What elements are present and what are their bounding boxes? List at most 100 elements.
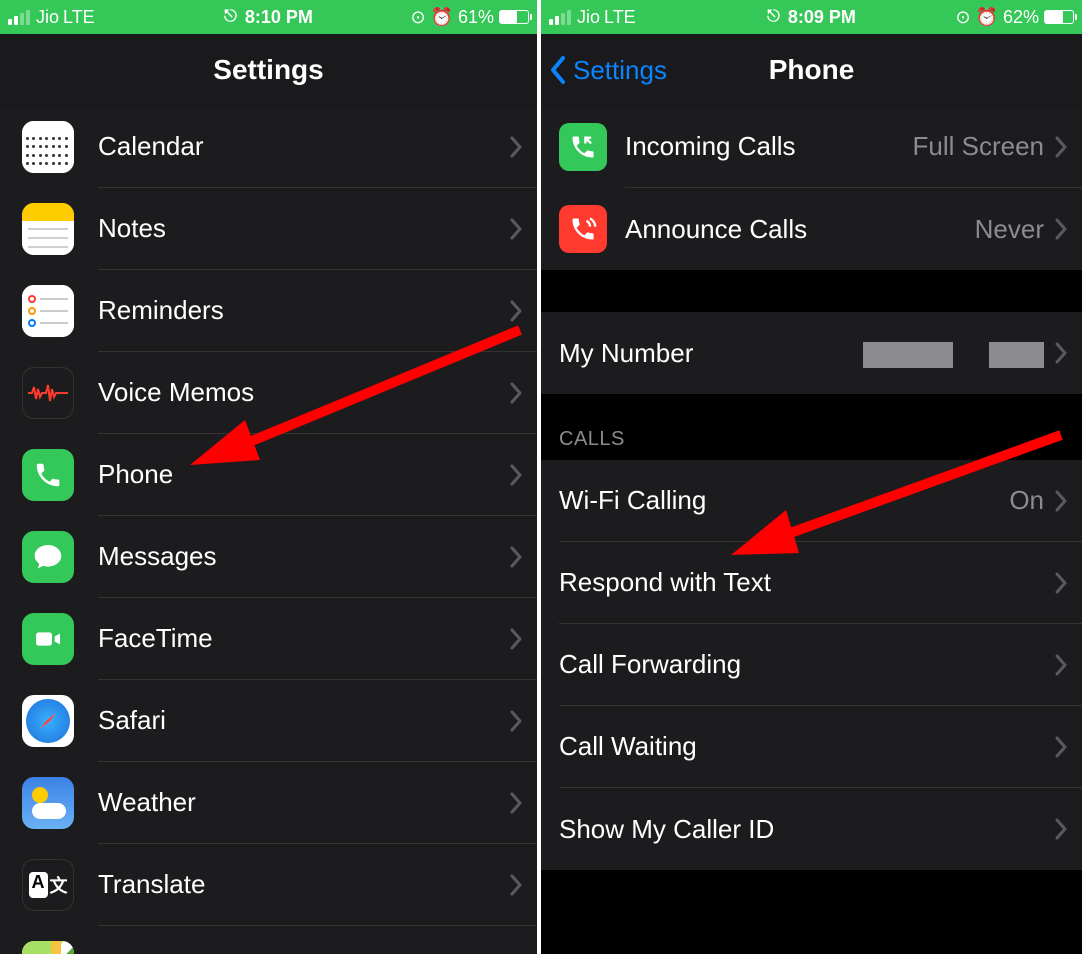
row-facetime[interactable]: FaceTime [0, 598, 537, 680]
chevron-right-icon [509, 218, 523, 240]
hotspot-icon: ⎋ [224, 8, 237, 26]
orientation-lock-icon: ⊙ [410, 7, 425, 28]
signal-icon [549, 10, 571, 25]
row-value-redacted [863, 338, 1044, 369]
row-label: Messages [98, 541, 217, 572]
network-label: LTE [604, 7, 636, 28]
row-voice-memos[interactable]: Voice Memos [0, 352, 537, 434]
chevron-right-icon [509, 300, 523, 322]
back-button[interactable]: Settings [549, 55, 667, 86]
alarm-icon: ⏰ [431, 7, 453, 28]
chevron-right-icon [509, 628, 523, 650]
row-call-waiting[interactable]: Call Waiting [541, 706, 1082, 788]
chevron-right-icon [1054, 218, 1068, 240]
row-label: Incoming Calls [625, 131, 796, 162]
row-phone[interactable]: Phone [0, 434, 537, 516]
settings-list[interactable]: Calendar Notes Reminders Voice Memos Phone Me… [0, 106, 537, 954]
nav-bar: Settings Phone [541, 34, 1082, 106]
row-respond-with-text[interactable]: Respond with Text [541, 542, 1082, 624]
status-bar: Jio LTE ⎋ 8:10 PM ⊙ ⏰ 61% [0, 0, 537, 34]
clock-label: 8:09 PM [788, 7, 856, 28]
status-bar: Jio LTE ⎋ 8:09 PM ⊙ ⏰ 62% [541, 0, 1082, 34]
chevron-right-icon [1054, 736, 1068, 758]
row-weather[interactable]: Weather [0, 762, 537, 844]
facetime-icon [22, 613, 74, 665]
row-messages[interactable]: Messages [0, 516, 537, 598]
row-notes[interactable]: Notes [0, 188, 537, 270]
chevron-right-icon [1054, 490, 1068, 512]
row-announce-calls[interactable]: Announce Calls Never [541, 188, 1082, 270]
nav-bar: Settings [0, 34, 537, 106]
screenshot-settings: Jio LTE ⎋ 8:10 PM ⊙ ⏰ 61% Settings Calen… [0, 0, 541, 954]
row-maps[interactable]: Maps [0, 926, 537, 954]
row-my-number[interactable]: My Number [541, 312, 1082, 394]
row-incoming-calls[interactable]: Incoming Calls Full Screen [541, 106, 1082, 188]
chevron-right-icon [509, 546, 523, 568]
announce-calls-icon [559, 205, 607, 253]
signal-icon [8, 10, 30, 25]
row-value: Full Screen [913, 131, 1045, 162]
chevron-right-icon [509, 710, 523, 732]
network-label: LTE [63, 7, 95, 28]
row-label: Translate [98, 869, 205, 900]
battery-label: 61% [458, 7, 494, 28]
row-reminders[interactable]: Reminders [0, 270, 537, 352]
chevron-right-icon [509, 792, 523, 814]
weather-icon [22, 777, 74, 829]
row-label: Safari [98, 705, 166, 736]
chevron-right-icon [1054, 136, 1068, 158]
row-label: Respond with Text [559, 567, 771, 598]
alarm-icon: ⏰ [976, 7, 998, 28]
chevron-right-icon [509, 464, 523, 486]
row-label: Voice Memos [98, 377, 254, 408]
row-wifi-calling[interactable]: Wi-Fi Calling On [541, 460, 1082, 542]
orientation-lock-icon: ⊙ [955, 7, 970, 28]
row-label: Notes [98, 213, 166, 244]
row-label: Weather [98, 787, 196, 818]
row-translate[interactable]: A文 Translate [0, 844, 537, 926]
row-show-caller-id[interactable]: Show My Caller ID [541, 788, 1082, 870]
messages-icon [22, 531, 74, 583]
screenshot-phone-settings: Jio LTE ⎋ 8:09 PM ⊙ ⏰ 62% Settings Phone… [541, 0, 1082, 954]
row-value: Never [975, 214, 1044, 245]
translate-icon: A文 [22, 859, 74, 911]
row-label: Call Waiting [559, 731, 697, 762]
row-value: On [1009, 485, 1044, 516]
page-title: Settings [213, 54, 323, 86]
maps-icon [22, 941, 74, 954]
row-label: Phone [98, 459, 173, 490]
battery-icon [499, 10, 529, 24]
row-calendar[interactable]: Calendar [0, 106, 537, 188]
chevron-right-icon [509, 382, 523, 404]
hotspot-icon: ⎋ [767, 8, 780, 26]
notes-icon [22, 203, 74, 255]
section-header-calls: CALLS [541, 394, 1082, 460]
phone-icon [22, 449, 74, 501]
row-call-forwarding[interactable]: Call Forwarding [541, 624, 1082, 706]
chevron-right-icon [1054, 654, 1068, 676]
chevron-right-icon [509, 136, 523, 158]
safari-icon [22, 695, 74, 747]
battery-label: 62% [1003, 7, 1039, 28]
clock-label: 8:10 PM [245, 7, 313, 28]
carrier-label: Jio [36, 7, 59, 28]
row-label: Wi-Fi Calling [559, 485, 706, 516]
row-label: Reminders [98, 295, 224, 326]
chevron-right-icon [1054, 342, 1068, 364]
back-label: Settings [573, 55, 667, 86]
voice-memos-icon [22, 367, 74, 419]
row-label: Calendar [98, 131, 204, 162]
chevron-right-icon [1054, 572, 1068, 594]
page-title: Phone [769, 54, 855, 86]
row-label: Show My Caller ID [559, 814, 774, 845]
reminders-icon [22, 285, 74, 337]
row-label: Call Forwarding [559, 649, 741, 680]
chevron-right-icon [1054, 818, 1068, 840]
battery-icon [1044, 10, 1074, 24]
row-label: FaceTime [98, 623, 213, 654]
row-label: My Number [559, 338, 693, 369]
row-label: Announce Calls [625, 214, 807, 245]
carrier-label: Jio [577, 7, 600, 28]
chevron-right-icon [509, 874, 523, 896]
row-safari[interactable]: Safari [0, 680, 537, 762]
